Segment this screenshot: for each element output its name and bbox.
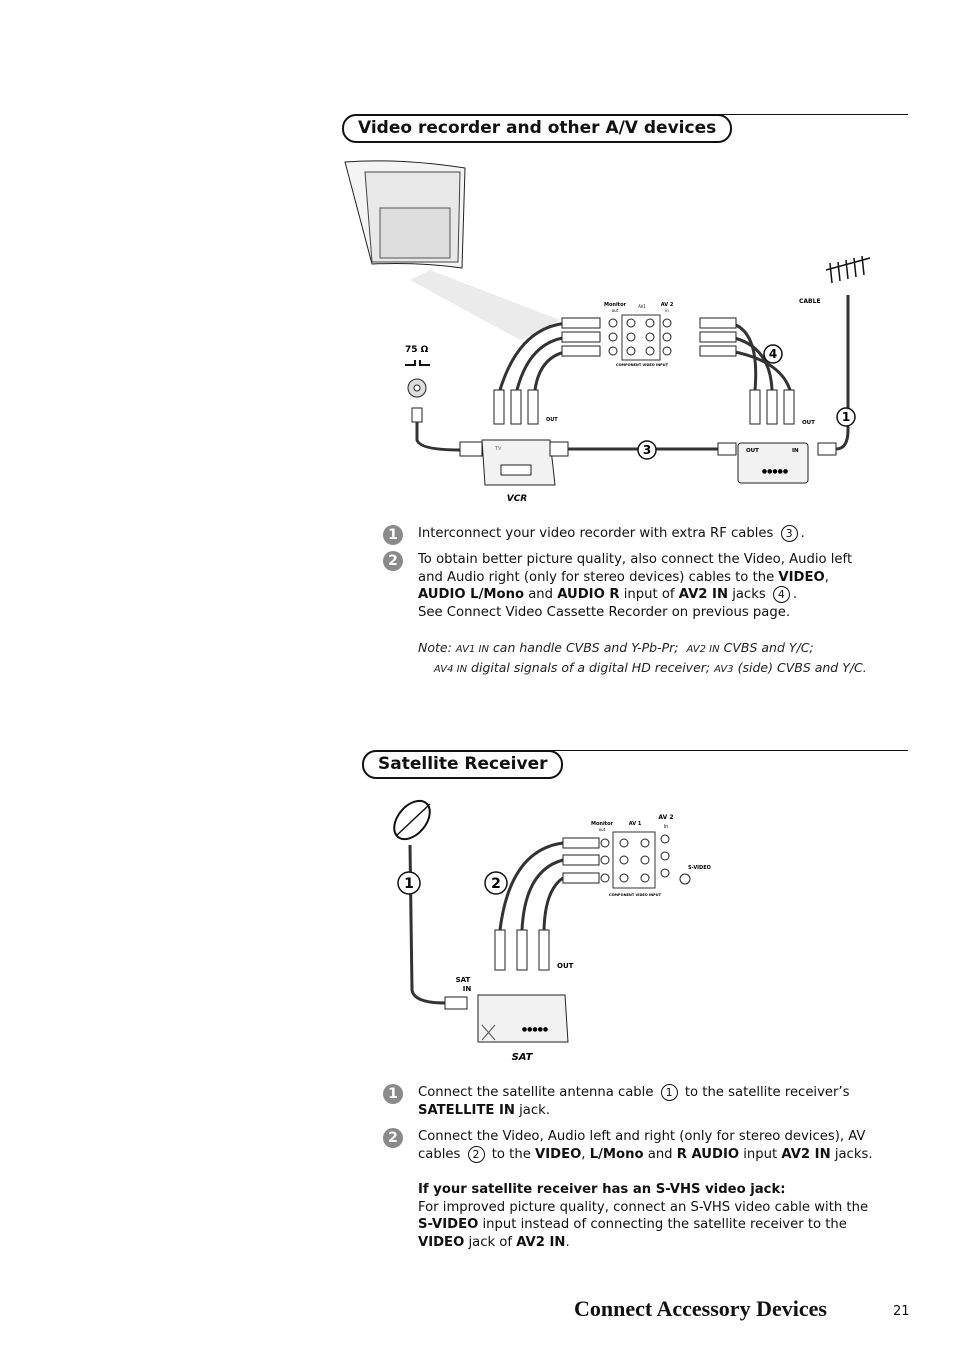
label-vcr: VCR bbox=[507, 494, 528, 504]
svg-text:in: in bbox=[664, 824, 669, 830]
label-sat: SAT bbox=[512, 1052, 534, 1063]
label-component-video-input: COMPONENT VIDEO INPUT bbox=[616, 363, 669, 367]
label-out: OUT bbox=[557, 962, 574, 970]
av-cables bbox=[498, 321, 792, 391]
vcr-device: TV VCR OUT bbox=[459, 417, 569, 504]
callout-2: 2 bbox=[491, 876, 501, 892]
manual-page: Video recorder and other A/V devices Mon… bbox=[0, 0, 954, 1349]
label-av1-in: AV1 bbox=[638, 304, 646, 309]
svg-text:out: out bbox=[599, 827, 606, 832]
label-cable: CABLE bbox=[799, 298, 821, 305]
label-monitor-out-2: out bbox=[612, 308, 619, 313]
step-2-vcr: 2 To obtain better picture quality, also… bbox=[383, 551, 878, 621]
svg-text:IN: IN bbox=[463, 985, 472, 993]
label-av1-in: AV 1 bbox=[629, 821, 642, 827]
callout-4: 4 bbox=[769, 347, 777, 361]
step-number-badge: 1 bbox=[383, 525, 403, 545]
tv-jack-panel: Monitor out AV 1 AV 2 in COMPONENT VIDEO… bbox=[591, 814, 711, 897]
vcr-connection-diagram: Monitor out AV1 AV 2 in COMPONENT VIDEO … bbox=[344, 160, 871, 504]
section-rule bbox=[700, 114, 908, 115]
step-number-badge: 1 bbox=[383, 1084, 403, 1104]
step-1-vcr: 1 Interconnect your video recorder with … bbox=[383, 525, 878, 545]
svhs-instructions: If your satellite receiver has an S-VHS … bbox=[418, 1182, 869, 1250]
av-device: OUT IN ●●●●● OUT bbox=[717, 420, 837, 484]
callout-1: 1 bbox=[404, 876, 414, 892]
callout-numbers: 1 2 bbox=[397, 871, 508, 895]
label-device-in: IN bbox=[792, 448, 799, 454]
satellite-dish-icon bbox=[393, 799, 446, 1005]
label-75-ohm: 75 Ω bbox=[405, 345, 429, 355]
satellite-connection-diagram: Monitor out AV 1 AV 2 in COMPONENT VIDEO… bbox=[393, 799, 711, 1063]
step-number-badge: 2 bbox=[383, 1128, 403, 1148]
callout-ref: 4 bbox=[772, 586, 790, 603]
tv-back-illustration bbox=[344, 160, 560, 340]
section-title-satellite: Satellite Receiver bbox=[362, 750, 564, 779]
label-component-video-input: COMPONENT VIDEO INPUT bbox=[609, 893, 662, 897]
page-number: 21 bbox=[893, 1304, 910, 1319]
label-sat-in: SAT bbox=[456, 976, 471, 984]
svg-text:●●●●●: ●●●●● bbox=[762, 468, 788, 475]
callout-ref: 2 bbox=[467, 1145, 485, 1163]
step-text: Interconnect your video recorder with ex… bbox=[418, 526, 774, 541]
callout-ref: 1 bbox=[660, 1084, 678, 1101]
label-av2-in: AV 2 bbox=[658, 814, 673, 821]
step-number-badge: 2 bbox=[383, 551, 403, 571]
label-device-out-2: OUT bbox=[802, 420, 815, 426]
svg-text:●●●●●: ●●●●● bbox=[522, 1026, 548, 1033]
label-device-out: OUT bbox=[746, 448, 759, 454]
callout-3: 3 bbox=[643, 443, 651, 457]
step-2-satellite: 2 Connect the Video, Audio left and righ… bbox=[383, 1128, 878, 1163]
callout-numbers: 3 4 1 bbox=[637, 344, 856, 460]
section-rule bbox=[545, 750, 908, 751]
page-title: Connect Accessory Devices bbox=[574, 1296, 827, 1321]
section-title-video-recorder: Video recorder and other A/V devices bbox=[342, 114, 733, 143]
label-tv: TV bbox=[494, 446, 502, 452]
label-vcr-out: OUT bbox=[546, 417, 558, 423]
rf-connector: 75 Ω bbox=[405, 345, 461, 452]
satellite-receiver: ●●●●● SAT IN SAT bbox=[444, 976, 569, 1063]
step-1-satellite: 1 Connect the satellite antenna cable 1 … bbox=[383, 1084, 878, 1119]
note: Note: AV1 IN can handle CVBS and Y-Pb-Pr… bbox=[418, 640, 867, 675]
label-s-video: S-VIDEO bbox=[688, 865, 711, 871]
tv-jack-panel: Monitor out AV1 AV 2 in COMPONENT VIDEO … bbox=[604, 302, 674, 367]
callout-ref: 3 bbox=[780, 525, 798, 542]
label-av2-in-2: in bbox=[665, 308, 669, 313]
svhs-heading: If your satellite receiver has an S-VHS … bbox=[418, 1182, 786, 1197]
callout-1: 1 bbox=[842, 410, 850, 424]
